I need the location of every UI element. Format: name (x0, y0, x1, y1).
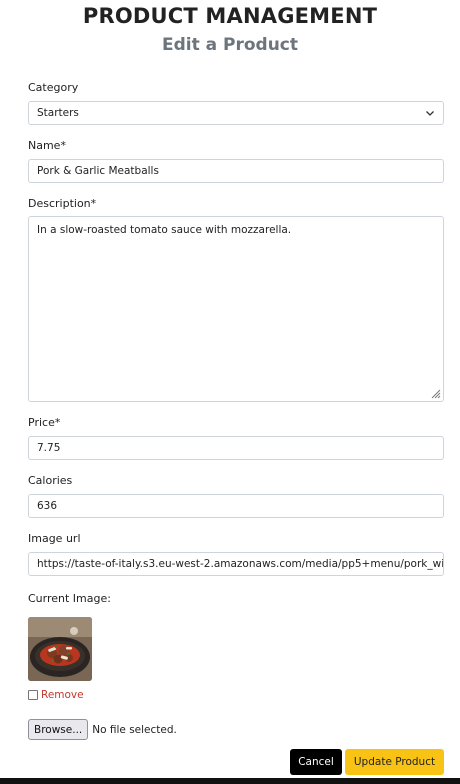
name-input[interactable]: Pork & Garlic Meatballs (28, 159, 444, 183)
name-label: Name* (28, 139, 66, 152)
current-image-thumbnail (28, 617, 92, 681)
calories-label: Calories (28, 474, 73, 487)
file-status-text: No file selected. (92, 723, 177, 736)
meatballs-dish-image (28, 617, 92, 681)
image-url-label: Image url (28, 532, 81, 545)
calories-value: 636 (37, 500, 58, 512)
calories-input[interactable]: 636 (28, 494, 444, 518)
category-select[interactable]: Starters (28, 101, 444, 125)
price-label: Price* (28, 416, 61, 429)
price-value: 7.75 (37, 442, 61, 454)
file-upload: Browse... No file selected. (28, 719, 177, 740)
category-value: Starters (37, 107, 79, 119)
chevron-down-icon (426, 111, 434, 116)
image-url-value: https://taste-of-italy.s3.eu-west-2.amaz… (37, 558, 444, 570)
category-label: Category (28, 81, 79, 94)
browse-button[interactable]: Browse... (28, 719, 89, 740)
description-label: Description* (28, 197, 97, 210)
cancel-button[interactable]: Cancel (290, 749, 342, 775)
remove-image-row[interactable]: Remove (28, 689, 84, 701)
remove-image-label[interactable]: Remove (41, 689, 84, 701)
footer-bar (0, 778, 460, 784)
name-value: Pork & Garlic Meatballs (37, 165, 159, 177)
image-url-input[interactable]: https://taste-of-italy.s3.eu-west-2.amaz… (28, 552, 444, 576)
description-value: In a slow-roasted tomato sauce with mozz… (37, 224, 292, 236)
resize-handle-icon[interactable] (429, 387, 441, 399)
remove-image-checkbox[interactable] (28, 690, 38, 700)
page-subtitle: Edit a Product (161, 35, 299, 55)
description-textarea[interactable]: In a slow-roasted tomato sauce with mozz… (28, 216, 444, 402)
price-input[interactable]: 7.75 (28, 436, 444, 460)
update-product-button[interactable]: Update Product (345, 749, 444, 775)
page-title: PRODUCT MANAGEMENT (82, 4, 378, 28)
current-image-label: Current Image: (28, 592, 111, 605)
